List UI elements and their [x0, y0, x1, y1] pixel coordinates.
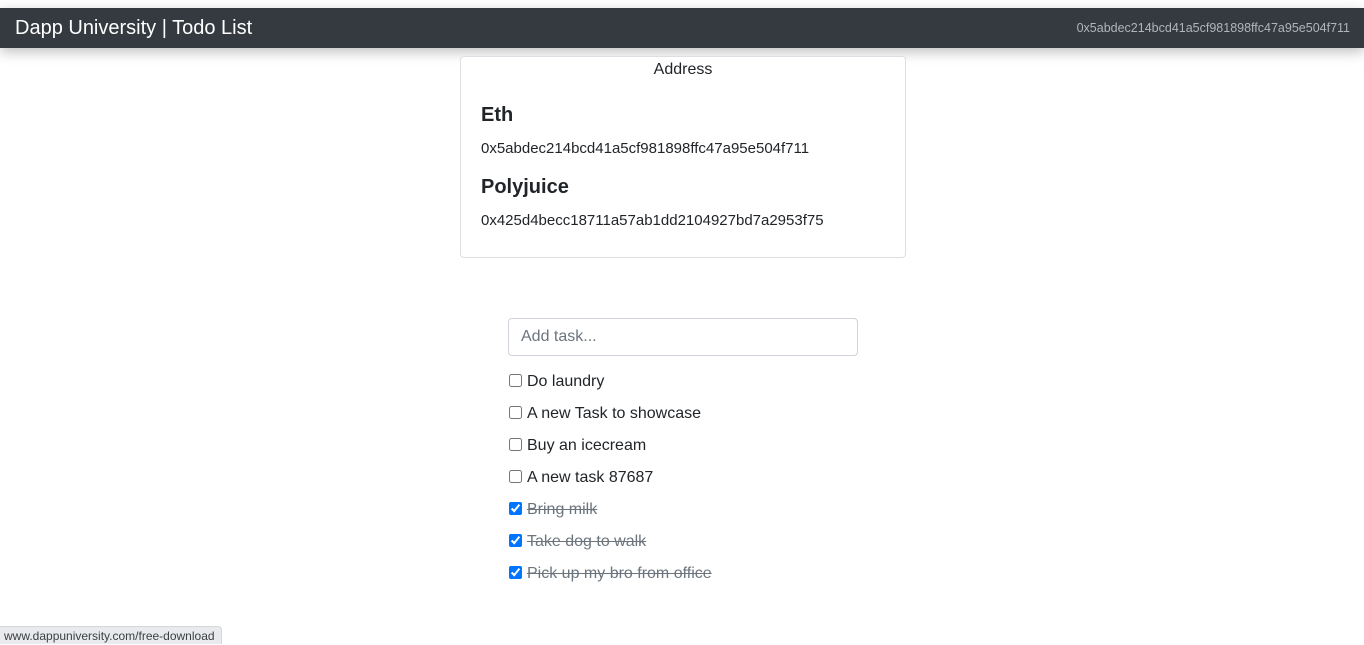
- task-item: Buy an icecream: [508, 430, 858, 462]
- task-label: Bring milk: [527, 501, 597, 519]
- eth-title: Eth: [481, 103, 885, 127]
- status-bar-url: www.dappuniversity.com/free-download: [0, 626, 222, 644]
- task-item: A new task 87687: [508, 462, 858, 494]
- brand-link[interactable]: Dapp University | Todo List: [15, 17, 252, 40]
- task-checkbox[interactable]: [509, 502, 522, 515]
- task-checkbox[interactable]: [509, 406, 522, 419]
- task-label: A new Task to showcase: [527, 405, 701, 423]
- task-checkbox[interactable]: [509, 470, 522, 483]
- task-checkbox[interactable]: [509, 566, 522, 579]
- account-address: 0x5abdec214bcd41a5cf981898ffc47a95e504f7…: [1077, 21, 1350, 35]
- task-label: Take dog to walk: [527, 533, 646, 551]
- task-label: Do laundry: [527, 373, 604, 391]
- navbar: Dapp University | Todo List 0x5abdec214b…: [0, 8, 1364, 48]
- task-checkbox[interactable]: [509, 534, 522, 547]
- address-card-header: Address: [461, 61, 905, 83]
- task-checkbox[interactable]: [509, 374, 522, 387]
- task-list: Do laundry A new Task to showcase Buy an i…: [508, 366, 858, 590]
- task-item: Pick up my bro from office: [508, 558, 858, 590]
- todo-area: Do laundry A new Task to showcase Buy an i…: [508, 318, 858, 590]
- top-gap: [0, 0, 1364, 8]
- eth-address: 0x5abdec214bcd41a5cf981898ffc47a95e504f7…: [481, 140, 885, 158]
- task-item: Do laundry: [508, 366, 858, 398]
- task-label: A new task 87687: [527, 469, 653, 487]
- address-card-body: Eth 0x5abdec214bcd41a5cf981898ffc47a95e5…: [461, 103, 905, 230]
- add-task-input[interactable]: [508, 318, 858, 356]
- address-card: Address Eth 0x5abdec214bcd41a5cf981898ff…: [460, 56, 906, 258]
- polyjuice-address: 0x425d4becc18711a57ab1dd2104927bd7a2953f…: [481, 212, 885, 230]
- add-task-form: [508, 318, 858, 356]
- task-item: Take dog to walk: [508, 526, 858, 558]
- task-label: Pick up my bro from office: [527, 565, 712, 583]
- polyjuice-title: Polyjuice: [481, 175, 885, 199]
- task-item: A new Task to showcase: [508, 398, 858, 430]
- task-checkbox[interactable]: [509, 438, 522, 451]
- task-label: Buy an icecream: [527, 437, 646, 455]
- task-item: Bring milk: [508, 494, 858, 526]
